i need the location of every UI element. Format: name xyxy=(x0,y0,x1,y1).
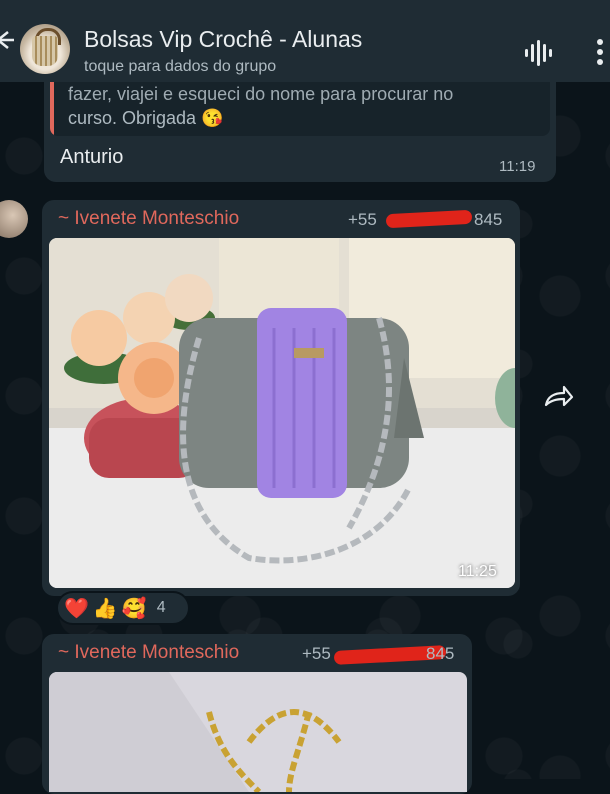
chat-header[interactable]: Bolsas Vip Crochê - Alunas toque para da… xyxy=(0,0,610,82)
bag-photo[interactable] xyxy=(49,238,515,588)
sender-phone-prefix-2: +55 xyxy=(302,644,331,663)
sender-name[interactable]: ~ Ivenete Monteschio xyxy=(58,208,239,230)
group-title[interactable]: Bolsas Vip Crochê - Alunas xyxy=(84,26,362,53)
gold-chain-image xyxy=(49,672,467,792)
reaction-count: 4 xyxy=(156,599,166,616)
reactions-bar[interactable]: ❤️ 👍 🥰 4 xyxy=(56,591,190,625)
voice-call-icon[interactable] xyxy=(522,38,552,68)
group-avatar[interactable] xyxy=(20,24,70,74)
smiling-hearts-reaction-icon: 🥰 xyxy=(121,597,147,620)
chain-photo[interactable] xyxy=(49,672,467,792)
sender-phone-suffix: 845 xyxy=(474,210,503,229)
quoted-line-1: fazer, viajei e esqueci do nome para pro… xyxy=(68,84,454,104)
quoted-line-2: curso. Obrigada 😘 xyxy=(68,108,224,128)
message-time: 11:19 xyxy=(499,158,536,175)
forward-icon[interactable] xyxy=(540,383,574,413)
message-text: Anturio xyxy=(60,146,124,168)
sender-name-2[interactable]: ~ Ivenete Monteschio xyxy=(58,642,239,664)
sender-phone-prefix: +55 xyxy=(348,210,377,229)
photo-time: 11:25 xyxy=(458,563,497,580)
menu-dots-icon[interactable] xyxy=(594,38,606,66)
back-arrow-icon[interactable] xyxy=(0,28,14,52)
sender-phone-suffix-2: 845 xyxy=(426,644,455,663)
group-subtitle[interactable]: toque para dados do grupo xyxy=(84,58,276,76)
crochet-bag-image xyxy=(49,238,515,588)
heart-reaction-icon: ❤️ xyxy=(64,597,89,620)
thumbs-up-reaction-icon: 👍 xyxy=(92,597,118,620)
